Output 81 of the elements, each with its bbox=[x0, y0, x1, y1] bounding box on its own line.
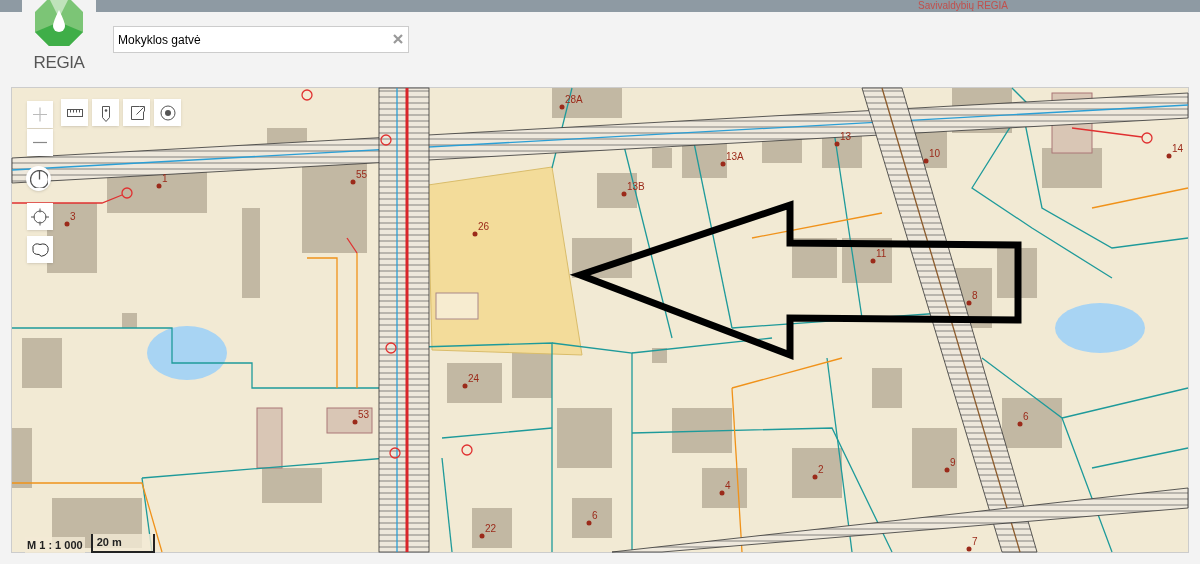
utility-node bbox=[389, 447, 401, 459]
share-button[interactable] bbox=[123, 99, 150, 126]
address-dot bbox=[462, 383, 468, 389]
building-footprint bbox=[652, 348, 667, 363]
house-number: 1 bbox=[162, 173, 168, 184]
building-footprint bbox=[702, 468, 747, 508]
address-dot bbox=[350, 179, 356, 185]
building-footprint bbox=[326, 407, 373, 434]
house-number: 4 bbox=[725, 480, 731, 491]
house-number: 7 bbox=[972, 536, 978, 547]
crosshair-icon bbox=[31, 207, 49, 226]
address-dot bbox=[1166, 153, 1172, 159]
utility-node bbox=[1141, 132, 1153, 144]
address-dot bbox=[944, 467, 950, 473]
address-dot bbox=[834, 141, 840, 147]
draw-area-button[interactable] bbox=[27, 236, 53, 263]
building-footprint bbox=[1002, 398, 1062, 448]
measure-button[interactable] bbox=[61, 99, 88, 126]
utility-node bbox=[461, 444, 473, 456]
utility-node bbox=[385, 342, 397, 354]
house-number: 13 bbox=[840, 131, 852, 142]
address-dot bbox=[352, 419, 358, 425]
house-number: 14 bbox=[1172, 143, 1184, 154]
address-dot bbox=[586, 520, 592, 526]
house-number: 22 bbox=[485, 523, 497, 534]
building-footprint bbox=[792, 448, 842, 498]
address-dot bbox=[621, 191, 627, 197]
building-footprint bbox=[572, 498, 612, 538]
address-dot bbox=[156, 183, 162, 189]
building-footprint bbox=[552, 88, 622, 118]
building-footprint bbox=[22, 338, 62, 388]
building-footprint bbox=[672, 408, 732, 453]
header-title: Savivaldybių REGIA bbox=[918, 0, 1009, 12]
address-dot bbox=[1017, 421, 1023, 427]
address-dot bbox=[966, 546, 972, 552]
marker-button[interactable] bbox=[92, 99, 119, 126]
house-number: 13A bbox=[726, 151, 744, 162]
target-button[interactable] bbox=[154, 99, 181, 126]
address-dot bbox=[719, 490, 725, 496]
plus-icon bbox=[31, 105, 49, 124]
house-number: 26 bbox=[478, 221, 490, 232]
building-footprint bbox=[12, 428, 32, 488]
address-dot bbox=[64, 221, 70, 227]
house-number: 24 bbox=[468, 373, 480, 384]
address-dot bbox=[720, 161, 726, 167]
house-number: 10 bbox=[929, 148, 941, 159]
locate-button[interactable] bbox=[27, 203, 53, 230]
address-dot bbox=[870, 258, 876, 264]
logo-text: REGIA bbox=[33, 52, 85, 74]
address-dot bbox=[559, 104, 565, 110]
utility-node bbox=[301, 89, 313, 101]
building-footprint bbox=[557, 408, 612, 468]
building-footprint bbox=[872, 368, 902, 408]
utility-node bbox=[121, 187, 133, 199]
house-number: 55 bbox=[356, 169, 368, 180]
address-dot bbox=[479, 533, 485, 539]
house-number: 11 bbox=[876, 248, 887, 259]
house-number: 8 bbox=[972, 290, 978, 301]
house-number: 6 bbox=[1023, 411, 1029, 422]
building-footprint bbox=[447, 363, 502, 403]
house-number: 9 bbox=[950, 457, 956, 468]
house-number: 6 bbox=[592, 510, 598, 521]
minus-icon bbox=[31, 140, 49, 145]
building-footprint bbox=[472, 508, 512, 548]
address-dot bbox=[472, 231, 478, 237]
clear-icon[interactable] bbox=[393, 34, 403, 44]
target-icon bbox=[158, 103, 177, 122]
shape-outline-icon bbox=[31, 240, 49, 259]
utility-line bbox=[346, 237, 358, 254]
house-number: 3 bbox=[70, 211, 76, 222]
address-dot bbox=[812, 474, 818, 480]
search-field[interactable]: Mokyklos gatvė bbox=[113, 26, 409, 53]
address-dot bbox=[966, 300, 972, 306]
house-number: 53 bbox=[358, 409, 370, 420]
house-number: 2 bbox=[818, 464, 824, 475]
building-footprint bbox=[912, 428, 957, 488]
address-dot bbox=[923, 158, 929, 164]
utility-node bbox=[380, 134, 392, 146]
building-footprint bbox=[652, 148, 672, 168]
building-footprint bbox=[435, 292, 479, 320]
compass-icon bbox=[29, 169, 48, 188]
